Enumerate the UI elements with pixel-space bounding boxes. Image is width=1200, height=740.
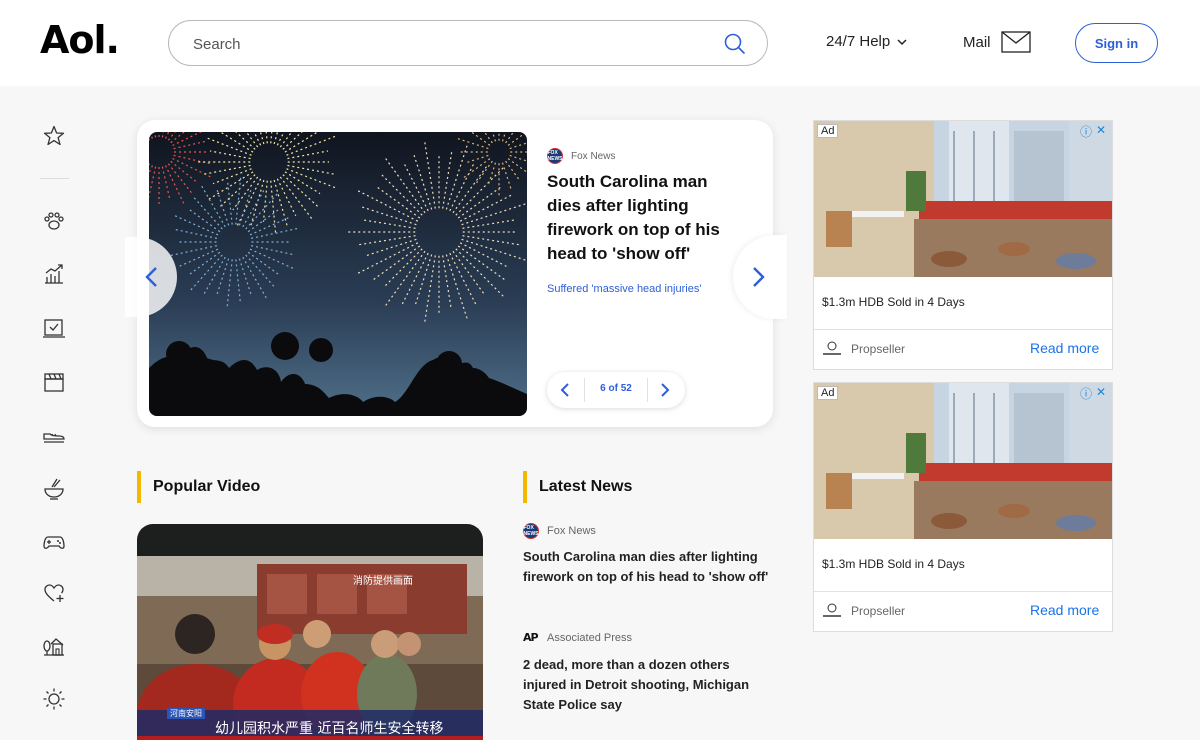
search-input[interactable] (193, 33, 713, 55)
news-headline-2[interactable]: 2 dead, more than a dozen others injured… (523, 655, 773, 715)
star-icon[interactable] (42, 124, 66, 148)
pager-next-icon[interactable] (655, 380, 675, 400)
news-source-name: Associated Press (547, 631, 632, 644)
help-label: 24/7 Help (826, 33, 891, 50)
mail-label: Mail (963, 33, 991, 51)
news-headline-1[interactable]: South Carolina man dies after lighting f… (523, 547, 773, 587)
carousel-source-name: Fox News (571, 150, 616, 162)
video-player[interactable]: 消防提供画面 河南安阳 幼儿园积水严重 近百名师生安全转移 (137, 524, 483, 740)
video-caption-tag: 河南安阳 (167, 708, 205, 719)
chevron-down-icon (897, 38, 907, 45)
balcony-photo (814, 383, 1112, 539)
video-corner-label: 消防提供画面 (353, 576, 413, 587)
ad-sponsor: Propseller (851, 342, 906, 356)
hero-image[interactable] (149, 132, 527, 416)
ad-label: Ad (817, 386, 839, 400)
ad-label: Ad (817, 124, 839, 138)
ad-choices[interactable]: ⓘ ✕ (1080, 385, 1106, 402)
search-bar[interactable] (168, 20, 768, 66)
ad-unit-1[interactable]: Ad ⓘ ✕ $1.3m HDB Sold in 4 Days Propsell… (813, 120, 1113, 370)
balcony-photo (814, 121, 1112, 277)
gamepad-icon[interactable] (42, 530, 66, 554)
ad-read-more-link[interactable]: Read more (1030, 340, 1099, 356)
ad-divider (814, 591, 1112, 592)
envelope-icon (1000, 31, 1031, 53)
propseller-logo-icon (823, 603, 841, 617)
pager-prev-icon[interactable] (555, 380, 575, 400)
close-icon[interactable]: ✕ (1096, 385, 1106, 402)
ad-image[interactable] (814, 121, 1112, 277)
top-story-carousel: FOX NEWS Fox News South Carolina man die… (137, 120, 773, 427)
checkbox-icon[interactable] (42, 316, 66, 340)
sign-in-button[interactable]: Sign in (1075, 23, 1158, 63)
aol-logo[interactable]: Aol. (40, 18, 120, 62)
fox-news-icon: FOX NEWS (523, 523, 539, 539)
carousel-headline[interactable]: South Carolina man dies after lighting f… (547, 170, 737, 266)
sun-icon[interactable] (42, 687, 66, 711)
ad-title[interactable]: $1.3m HDB Sold in 4 Days (822, 295, 965, 309)
fox-news-icon: FOX NEWS (547, 148, 563, 164)
close-icon[interactable]: ✕ (1096, 123, 1106, 140)
sidebar-divider (40, 178, 69, 179)
carousel-subtitle[interactable]: Suffered 'massive head injuries' (547, 283, 701, 295)
search-icon[interactable] (723, 32, 747, 56)
chart-icon[interactable] (42, 262, 66, 286)
ad-divider (814, 329, 1112, 330)
video-caption: 幼儿园积水严重 近百名师生安全转移 (215, 721, 444, 737)
chevron-left-icon (145, 267, 157, 287)
shoe-icon[interactable] (42, 423, 66, 447)
carousel-source[interactable]: FOX NEWS Fox News (547, 148, 615, 164)
carousel-pager: 6 of 52 (547, 372, 685, 408)
news-source-2[interactable]: AP Associated Press (523, 631, 632, 644)
bowl-icon[interactable] (42, 477, 66, 501)
pager-divider (647, 378, 648, 402)
info-icon[interactable]: ⓘ (1080, 385, 1092, 402)
ad-title[interactable]: $1.3m HDB Sold in 4 Days (822, 557, 965, 571)
ad-read-more-link[interactable]: Read more (1030, 602, 1099, 618)
top-header: Aol. 24/7 Help Mail Sign in (0, 0, 1200, 86)
ad-sponsor: Propseller (851, 604, 906, 618)
clapper-icon[interactable] (42, 370, 66, 394)
news-source-1[interactable]: FOX NEWS Fox News (523, 523, 596, 539)
paw-icon[interactable] (42, 209, 66, 233)
propseller-logo-icon (823, 341, 841, 355)
ad-unit-2[interactable]: Ad ⓘ ✕ $1.3m HDB Sold in 4 Days Propsell… (813, 382, 1113, 632)
popular-video-heading: Popular Video (137, 471, 260, 503)
ad-image[interactable] (814, 383, 1112, 539)
fireworks-photo (149, 132, 527, 416)
help-menu[interactable]: 24/7 Help (826, 33, 908, 50)
latest-news-heading: Latest News (523, 471, 632, 503)
ad-choices[interactable]: ⓘ ✕ (1080, 123, 1106, 140)
house-tree-icon[interactable] (42, 634, 66, 658)
info-icon[interactable]: ⓘ (1080, 123, 1092, 140)
ap-logo-icon: AP (523, 631, 539, 644)
news-source-name: Fox News (547, 525, 596, 537)
chevron-right-icon (753, 267, 765, 287)
pager-count: 6 of 52 (600, 383, 632, 394)
heart-plus-icon[interactable] (42, 581, 66, 605)
mail-link[interactable]: Mail (963, 31, 1031, 53)
